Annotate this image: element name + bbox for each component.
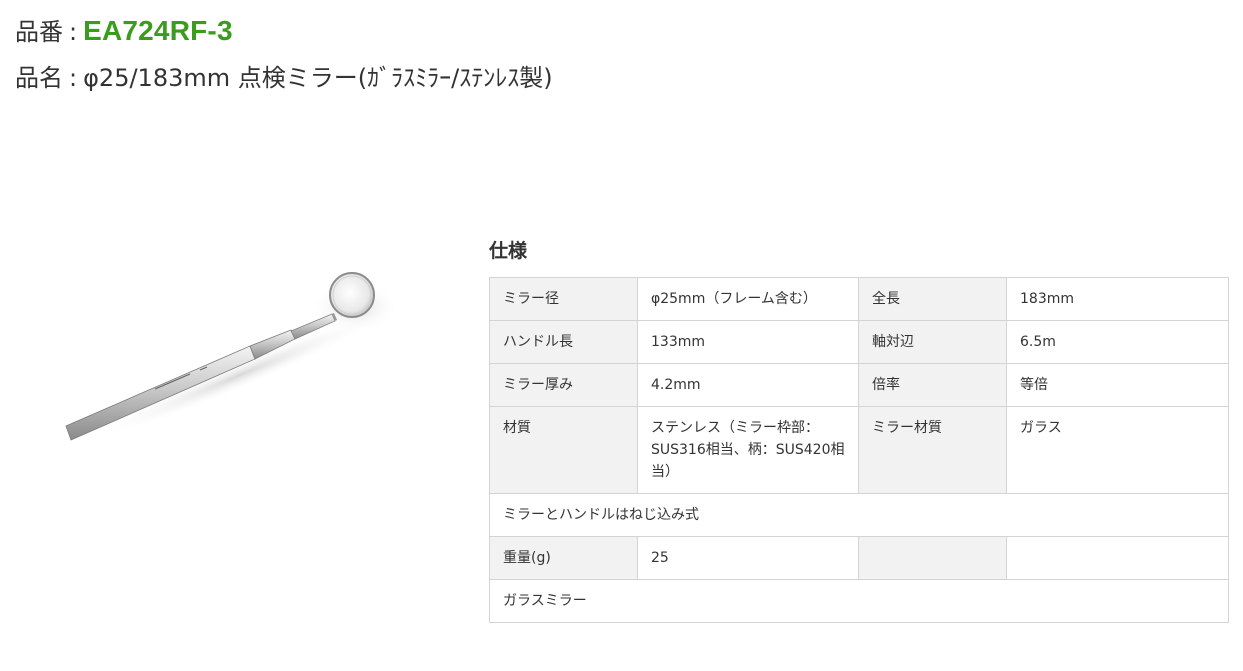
separator: :	[69, 64, 78, 92]
spec-value: ステンレス（ミラー枠部：SUS316相当、柄：SUS420相当）	[637, 406, 859, 494]
item-code-label: 品番	[15, 18, 63, 46]
spec-note: ミラーとハンドルはねじ込み式	[489, 493, 1229, 537]
inspection-mirror-image	[65, 272, 399, 441]
spec-label: ミラー材質	[858, 406, 1007, 494]
table-row: 重量(g) 25	[489, 536, 1229, 580]
item-name: φ25/183mm 点検ミラー(ｶﾞﾗｽﾐﾗｰ/ｽﾃﾝﾚｽ製)	[83, 64, 553, 92]
spec-value: 183mm	[1006, 277, 1229, 321]
item-name-label: 品名	[15, 64, 63, 92]
spec-label: 軸対辺	[858, 320, 1007, 364]
spec-value: ガラス	[1006, 406, 1229, 494]
spec-table: ミラー径 φ25mm（フレーム含む） 全長 183mm ハンドル長 133mm …	[489, 277, 1229, 623]
spec-value-empty	[1006, 536, 1229, 580]
spec-label-empty	[858, 536, 1007, 580]
spec-label: 全長	[858, 277, 1007, 321]
spec-value: 6.5m	[1006, 320, 1229, 364]
spec-value: 4.2mm	[637, 363, 859, 407]
spec-title: 仕様	[489, 240, 528, 262]
product-header: 品番 : EA724RF-3 品名 : φ25/183mm 点検ミラー(ｶﾞﾗｽ…	[15, 12, 553, 102]
spec-value: 133mm	[637, 320, 859, 364]
table-row: ハンドル長 133mm 軸対辺 6.5m	[489, 320, 1229, 364]
table-row: ガラスミラー	[489, 579, 1229, 623]
table-row: ミラーとハンドルはねじ込み式	[489, 493, 1229, 537]
spec-label: ハンドル長	[489, 320, 638, 364]
spec-label: ミラー径	[489, 277, 638, 321]
product-image	[55, 255, 415, 455]
table-row: ミラー径 φ25mm（フレーム含む） 全長 183mm	[489, 277, 1229, 321]
spec-value: 25	[637, 536, 859, 580]
spec-label: ミラー厚み	[489, 363, 638, 407]
table-row: ミラー厚み 4.2mm 倍率 等倍	[489, 363, 1229, 407]
spec-label: 倍率	[858, 363, 1007, 407]
spec-label: 材質	[489, 406, 638, 494]
separator: :	[69, 18, 78, 46]
spec-label: 重量(g)	[489, 536, 638, 580]
item-code-line: 品番 : EA724RF-3	[15, 12, 553, 52]
spec-value: 等倍	[1006, 363, 1229, 407]
table-row: 材質 ステンレス（ミラー枠部：SUS316相当、柄：SUS420相当） ミラー材…	[489, 406, 1229, 494]
spec-value: φ25mm（フレーム含む）	[637, 277, 859, 321]
item-name-line: 品名 : φ25/183mm 点検ミラー(ｶﾞﾗｽﾐﾗｰ/ｽﾃﾝﾚｽ製)	[15, 58, 553, 102]
item-code: EA724RF-3	[83, 15, 233, 46]
spec-note: ガラスミラー	[489, 579, 1229, 623]
